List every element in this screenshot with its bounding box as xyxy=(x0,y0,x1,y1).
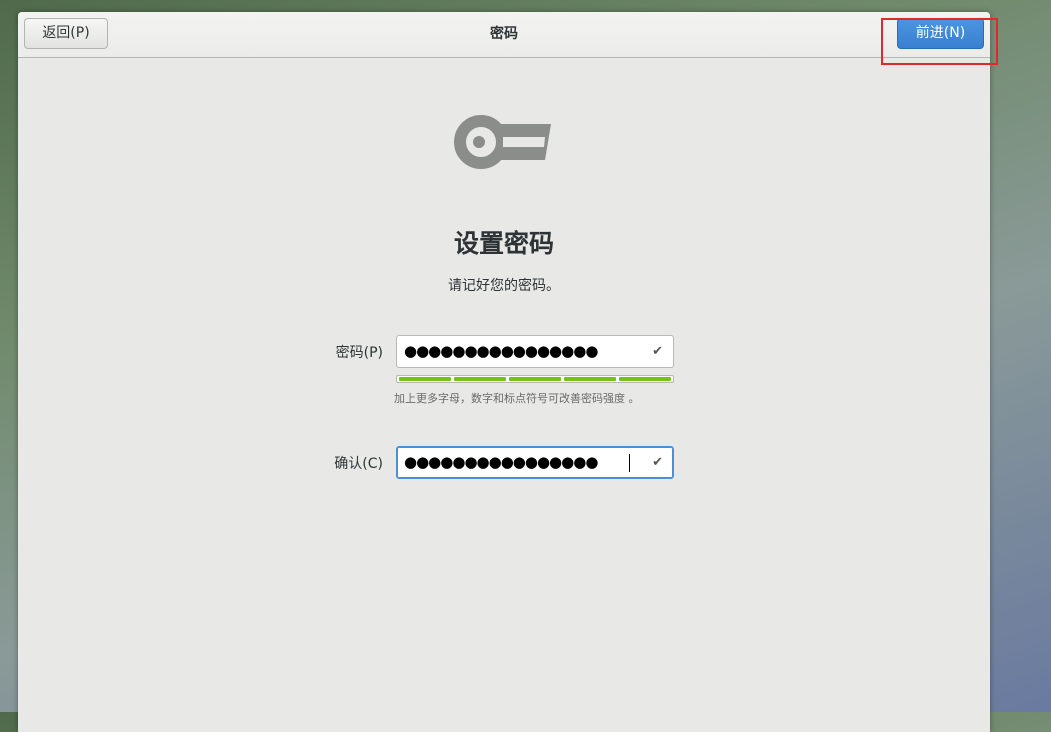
highlight-box xyxy=(881,18,998,65)
page-title: 设置密码 xyxy=(453,229,554,258)
text-cursor xyxy=(629,454,630,472)
password-field[interactable]: ●●●●●●●●●●●●●●●● ✔ xyxy=(396,335,674,368)
header-title: 密码 xyxy=(490,26,518,42)
strength-segment xyxy=(509,377,561,381)
strength-segment xyxy=(399,377,451,381)
confirm-label: 确认(C) xyxy=(334,456,383,472)
header-bar: 密码 返回(P) 前进(N) xyxy=(18,12,990,58)
page-subtitle: 请记好您的密码。 xyxy=(448,278,560,294)
confirm-password-field[interactable]: ●●●●●●●●●●●●●●●● ✔ xyxy=(396,446,674,479)
password-strength-bar xyxy=(396,375,674,383)
password-strength-hint: 加上更多字母，数字和标点符号可改善密码强度 。 xyxy=(394,392,640,405)
password-label: 密码(P) xyxy=(335,345,383,361)
back-button[interactable]: 返回(P) xyxy=(24,18,108,49)
strength-segment xyxy=(454,377,506,381)
checkmark-icon: ✔ xyxy=(652,344,663,359)
strength-segment xyxy=(564,377,616,381)
checkmark-icon: ✔ xyxy=(652,455,663,470)
key-icon xyxy=(454,115,551,169)
password-masked-text: ●●●●●●●●●●●●●●●● xyxy=(404,342,598,360)
strength-segment xyxy=(619,377,671,381)
confirm-masked-text: ●●●●●●●●●●●●●●●● xyxy=(404,453,598,471)
